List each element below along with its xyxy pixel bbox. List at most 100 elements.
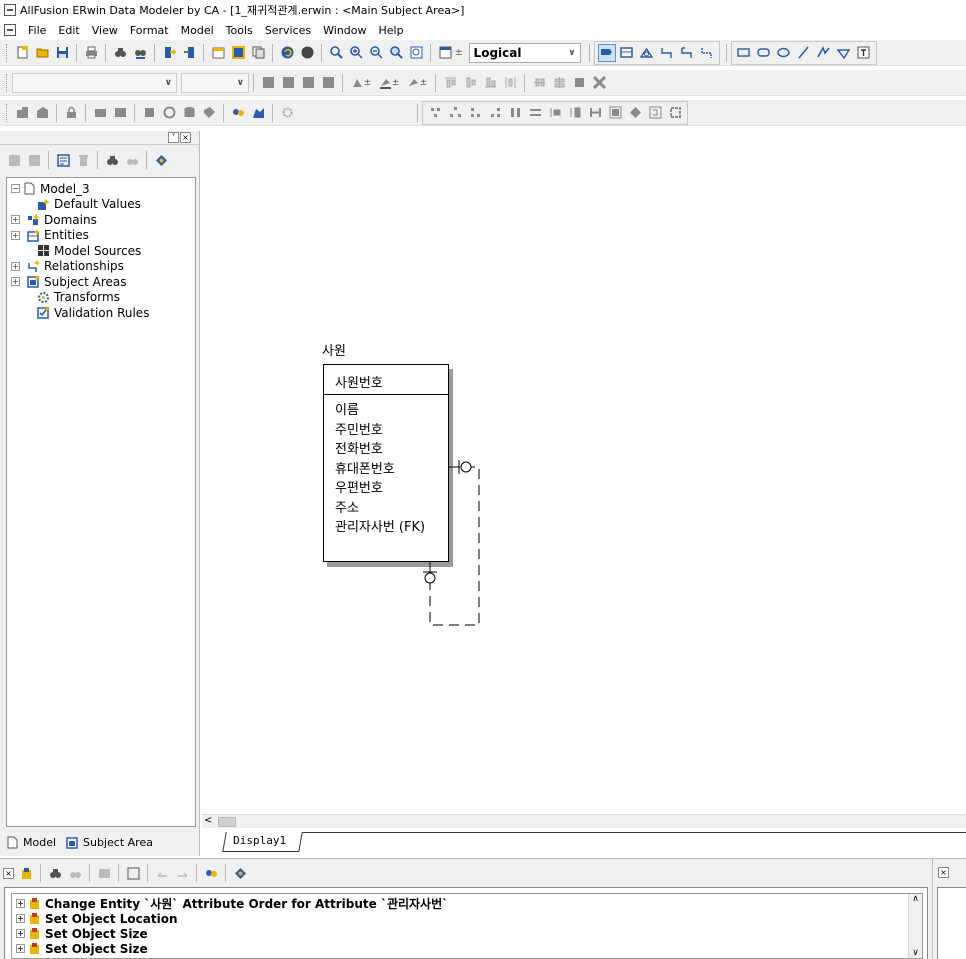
line-icon[interactable]	[795, 44, 813, 62]
menu-edit[interactable]: Edit	[52, 24, 85, 37]
close-icon[interactable]: ×	[180, 132, 191, 143]
entity-primary-key[interactable]: 사원번호	[324, 365, 448, 395]
zoom-fit-icon[interactable]	[387, 44, 405, 62]
arrange-orthogonal-icon[interactable]	[486, 104, 504, 122]
new-model-icon[interactable]	[13, 44, 31, 62]
find-icon[interactable]	[46, 864, 64, 882]
menu-file[interactable]: File	[22, 24, 52, 37]
center-horizontal-icon[interactable]	[530, 74, 548, 92]
expand-icon[interactable]: +	[16, 914, 25, 923]
display-level-icon[interactable]	[436, 44, 454, 62]
line-color-icon[interactable]: ±	[404, 74, 430, 92]
zoom-window-icon[interactable]	[407, 44, 425, 62]
close-icon[interactable]: ×	[938, 867, 949, 878]
complete-compare-icon[interactable]	[13, 104, 31, 122]
tree-root[interactable]: − Model_3	[11, 181, 191, 197]
properties-icon[interactable]	[54, 151, 72, 169]
undo-to-icon[interactable]	[153, 864, 171, 882]
expand-icon[interactable]: +	[11, 230, 20, 240]
save-icon[interactable]	[53, 44, 71, 62]
align-top-icon[interactable]	[441, 74, 459, 92]
expand-icon[interactable]: +	[11, 277, 20, 287]
zoom-in-icon[interactable]	[347, 44, 365, 62]
entity-box[interactable]: 사원번호 이름 주민번호 전화번호 휴대폰번호 우편번호 주소 관리자사번 (F…	[323, 364, 449, 562]
identifying-rel-icon[interactable]	[658, 44, 676, 62]
collapse-icon[interactable]: −	[11, 184, 20, 194]
database-icon[interactable]	[180, 104, 198, 122]
tab-subject-area[interactable]: Subject Area	[66, 836, 153, 849]
spread-vertical-icon[interactable]	[546, 104, 564, 122]
forward-engineer-icon[interactable]	[91, 104, 109, 122]
properties-icon[interactable]	[124, 864, 142, 882]
bold-icon[interactable]	[259, 74, 277, 92]
menu-help[interactable]: Help	[373, 24, 410, 37]
many-to-many-rel-icon[interactable]	[678, 44, 696, 62]
view-mode-select[interactable]: Logical ∨	[468, 42, 581, 63]
entity-attribute[interactable]: 우편번호	[335, 479, 448, 499]
menu-format[interactable]: Format	[124, 24, 175, 37]
find-next-icon[interactable]	[66, 864, 84, 882]
tree-item-default-values[interactable]: Default Values	[11, 197, 191, 213]
sync-icon[interactable]	[140, 104, 158, 122]
model-mart-icon[interactable]	[202, 864, 220, 882]
scroll-down-icon[interactable]: ∨	[909, 948, 922, 958]
h-layout-icon[interactable]	[586, 104, 604, 122]
tag-icon[interactable]	[200, 104, 218, 122]
action-log-row[interactable]: + Set Object Size	[16, 941, 918, 956]
action-log-row[interactable]: + Set Object Location	[16, 911, 918, 926]
toolbar-grip[interactable]	[6, 103, 9, 122]
find-next-icon[interactable]	[123, 151, 141, 169]
back-icon[interactable]	[5, 151, 23, 169]
strikethrough-icon[interactable]	[319, 74, 337, 92]
tree-item-model-sources[interactable]: Model Sources	[11, 243, 191, 259]
send-back-icon[interactable]	[590, 74, 608, 92]
category-tool-icon[interactable]	[638, 44, 656, 62]
spread-horizontal-icon[interactable]	[566, 104, 584, 122]
align-middle-icon[interactable]	[461, 74, 479, 92]
horizontal-scrollbar[interactable]: <	[202, 814, 966, 828]
find-icon[interactable]	[111, 44, 129, 62]
italic-icon[interactable]	[279, 74, 297, 92]
action-log-row[interactable]: + Set Object Size	[16, 926, 918, 941]
dropdown-arrow-icon[interactable]: ±	[455, 48, 463, 58]
entity-attribute[interactable]: 전화번호	[335, 440, 448, 460]
rounded-rectangle-icon[interactable]	[755, 44, 773, 62]
zoom-out-icon[interactable]	[367, 44, 385, 62]
non-identifying-rel-icon[interactable]	[698, 44, 716, 62]
expand-icon[interactable]: +	[16, 929, 25, 938]
select-pointer-icon[interactable]	[597, 43, 616, 62]
expand-icon[interactable]: +	[11, 215, 20, 225]
delete-icon[interactable]	[74, 151, 92, 169]
scroll-left-icon[interactable]: <	[204, 815, 212, 826]
import-icon[interactable]	[160, 44, 178, 62]
options-icon[interactable]	[152, 151, 170, 169]
refresh-icon[interactable]	[160, 104, 178, 122]
vertical-scrollbar[interactable]: ∧ ∨	[908, 894, 922, 958]
tree-item-entities[interactable]: + Entities	[11, 228, 191, 244]
toolbar-grip[interactable]	[6, 73, 9, 92]
grid-icon[interactable]	[606, 104, 624, 122]
text-tool-icon[interactable]	[855, 44, 873, 62]
settings-gear-icon[interactable]	[278, 104, 296, 122]
diamond-icon[interactable]	[626, 104, 644, 122]
action-log-row[interactable]: + Change Entity `사원` Attribute Order for…	[16, 896, 918, 911]
list-icon[interactable]	[95, 864, 113, 882]
underline-icon[interactable]	[299, 74, 317, 92]
undo-icon[interactable]	[278, 44, 296, 62]
scroll-thumb[interactable]	[218, 817, 236, 827]
lock-icon[interactable]	[62, 104, 80, 122]
stop-icon[interactable]	[298, 44, 316, 62]
entity-tool-icon[interactable]	[618, 44, 636, 62]
align-bottom-icon[interactable]	[481, 74, 499, 92]
model-explorer-icon[interactable]	[229, 44, 247, 62]
entity-attribute[interactable]: 주민번호	[335, 421, 448, 441]
reverse-engineer-icon[interactable]	[33, 104, 51, 122]
tree-item-transforms[interactable]: Transforms	[11, 290, 191, 306]
menu-tools[interactable]: Tools	[220, 24, 259, 37]
scroll-up-icon[interactable]: ∧	[909, 894, 922, 904]
users-icon[interactable]	[249, 104, 267, 122]
entity-attribute[interactable]: 주소	[335, 499, 448, 519]
ellipse-icon[interactable]	[775, 44, 793, 62]
tree-item-validation-rules[interactable]: Validation Rules	[11, 305, 191, 321]
zoom-icon[interactable]	[327, 44, 345, 62]
